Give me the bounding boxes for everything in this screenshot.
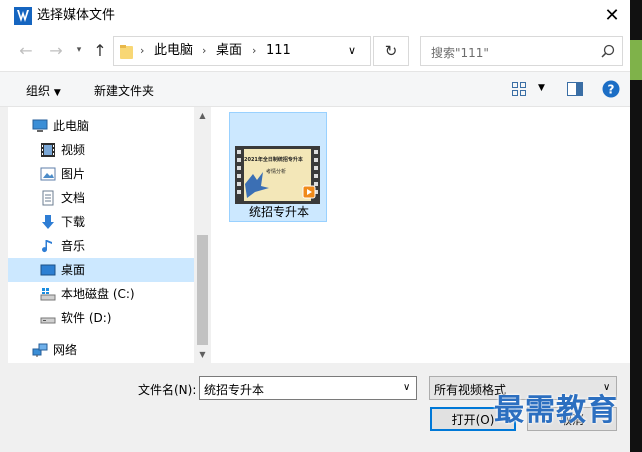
tree-item-network[interactable]: 网络 — [8, 338, 194, 362]
chevron-down-icon[interactable]: ∨ — [403, 382, 410, 393]
tree-item-pictures[interactable]: 图片 — [8, 162, 194, 186]
app-logo-icon — [14, 7, 32, 25]
search-box[interactable]: 搜索"111" — [420, 36, 623, 66]
tree-label: 桌面 — [61, 263, 86, 277]
arrow-left-icon: ← — [19, 40, 33, 60]
breadcrumb-desktop[interactable]: 桌面 — [216, 43, 242, 59]
tree-label: 本地磁盘 (C:) — [61, 287, 135, 301]
desktop-icon — [40, 264, 56, 276]
up-button[interactable]: ↑ — [90, 40, 110, 60]
chevron-down-icon[interactable]: ∨ — [348, 44, 356, 57]
tree-label: 音乐 — [61, 239, 86, 253]
filename-field[interactable]: 统招专升本 ∨ — [199, 376, 417, 400]
thumbnail-title: 2021年全日制统招专升本 — [244, 157, 303, 163]
tree-label: 网络 — [53, 343, 78, 357]
arrow-up-icon: ↑ — [93, 40, 107, 60]
tree-item-this-pc[interactable]: 此电脑 — [8, 114, 194, 138]
view-options-dropdown-icon[interactable]: ▼ — [538, 83, 545, 93]
system-drive-icon — [40, 288, 56, 301]
navigation-tree: 此电脑 视频 图片 文档 下载 音乐 桌面 本地磁盘 (C:) 软件 (D:) … — [8, 107, 194, 363]
tree-item-drive-d[interactable]: 软件 (D:) — [8, 306, 194, 330]
tree-item-documents[interactable]: 文档 — [8, 186, 194, 210]
download-arrow-icon — [42, 215, 54, 229]
tree-item-videos[interactable]: 视频 — [8, 138, 194, 162]
tree-label: 下载 — [61, 215, 86, 229]
window-title: 选择媒体文件 — [37, 8, 116, 23]
navigation-bar: ← → ▾ ↑ › 此电脑 › 桌面 › 111 ∨ ↻ 搜索"111" — [0, 31, 630, 71]
search-icon — [601, 44, 615, 58]
organize-button[interactable]: 组织 ▼ — [26, 82, 61, 99]
breadcrumb-111[interactable]: 111 — [266, 43, 291, 59]
back-button[interactable]: ← — [16, 40, 36, 60]
tree-label: 软件 (D:) — [61, 311, 112, 325]
svg-text:?: ? — [608, 83, 615, 97]
caret-down-icon: ▼ — [53, 88, 61, 98]
search-input[interactable]: 搜索"111" — [431, 44, 489, 61]
new-folder-button[interactable]: 新建文件夹 — [94, 82, 154, 99]
background-app-strip — [630, 40, 642, 80]
recent-locations-button[interactable]: ▾ — [74, 40, 84, 60]
computer-icon — [32, 119, 48, 132]
preview-pane-icon[interactable] — [567, 82, 583, 96]
scroll-thumb[interactable] — [197, 235, 208, 345]
documents-folder-icon — [42, 190, 54, 206]
tree-item-downloads[interactable]: 下载 — [8, 210, 194, 234]
tree-label: 文档 — [61, 191, 86, 205]
file-name: 统招专升本 — [248, 205, 309, 219]
pictures-folder-icon — [40, 167, 56, 181]
tree-label: 图片 — [61, 167, 86, 181]
tree-label: 视频 — [61, 143, 86, 157]
breadcrumb-separator-icon: › — [140, 44, 145, 57]
filename-label: 文件名(N): — [138, 383, 197, 397]
arrow-right-icon: → — [49, 40, 63, 60]
scroll-up-icon[interactable]: ▲ — [194, 107, 211, 124]
title-bar: 选择媒体文件 ✕ — [0, 0, 630, 31]
drive-icon — [40, 317, 56, 324]
close-button[interactable]: ✕ — [594, 0, 630, 31]
network-icon — [32, 343, 48, 357]
scroll-down-icon[interactable]: ▼ — [194, 346, 211, 363]
address-bar[interactable]: › 此电脑 › 桌面 › 111 ∨ — [113, 36, 371, 66]
file-item[interactable]: 2021年全日制统招专升本 考情分析 统招专升本 — [229, 112, 327, 222]
file-list: 2021年全日制统招专升本 考情分析 统招专升本 — [211, 107, 630, 363]
close-icon: ✕ — [604, 5, 620, 26]
breadcrumb-separator-icon: › — [202, 44, 207, 57]
music-note-icon — [42, 240, 52, 253]
tree-scrollbar[interactable]: ▲ ▼ — [194, 107, 211, 363]
tree-label: 此电脑 — [53, 119, 90, 133]
breadcrumb-this-pc[interactable]: 此电脑 — [154, 43, 193, 59]
toolbar: 组织 ▼ 新建文件夹 ▼ ? — [0, 71, 630, 107]
video-folder-icon — [41, 143, 55, 157]
breadcrumb-separator-icon: › — [252, 44, 257, 57]
refresh-icon: ↻ — [384, 42, 398, 60]
watermark-logo: 最需教育 — [494, 393, 618, 428]
tree-item-drive-c[interactable]: 本地磁盘 (C:) — [8, 282, 194, 306]
chevron-down-icon: ∨ — [603, 382, 611, 393]
file-open-dialog: 选择媒体文件 ✕ ← → ▾ ↑ › 此电脑 › 桌面 › 111 ∨ ↻ 搜索… — [0, 0, 630, 452]
tree-item-music[interactable]: 音乐 — [8, 234, 194, 258]
view-options-icon[interactable] — [512, 82, 526, 96]
organize-label: 组织 — [26, 84, 51, 98]
thumbnail-subtitle: 考情分析 — [266, 169, 287, 175]
forward-button[interactable]: → — [46, 40, 66, 60]
refresh-button[interactable]: ↻ — [373, 36, 409, 66]
folder-icon — [120, 45, 133, 59]
chevron-down-icon: ▾ — [76, 45, 82, 55]
help-icon[interactable]: ? — [602, 80, 620, 98]
tree-item-desktop[interactable]: 桌面 — [8, 258, 194, 282]
video-thumbnail — [235, 146, 320, 204]
filename-input[interactable]: 统招专升本 — [204, 381, 264, 398]
